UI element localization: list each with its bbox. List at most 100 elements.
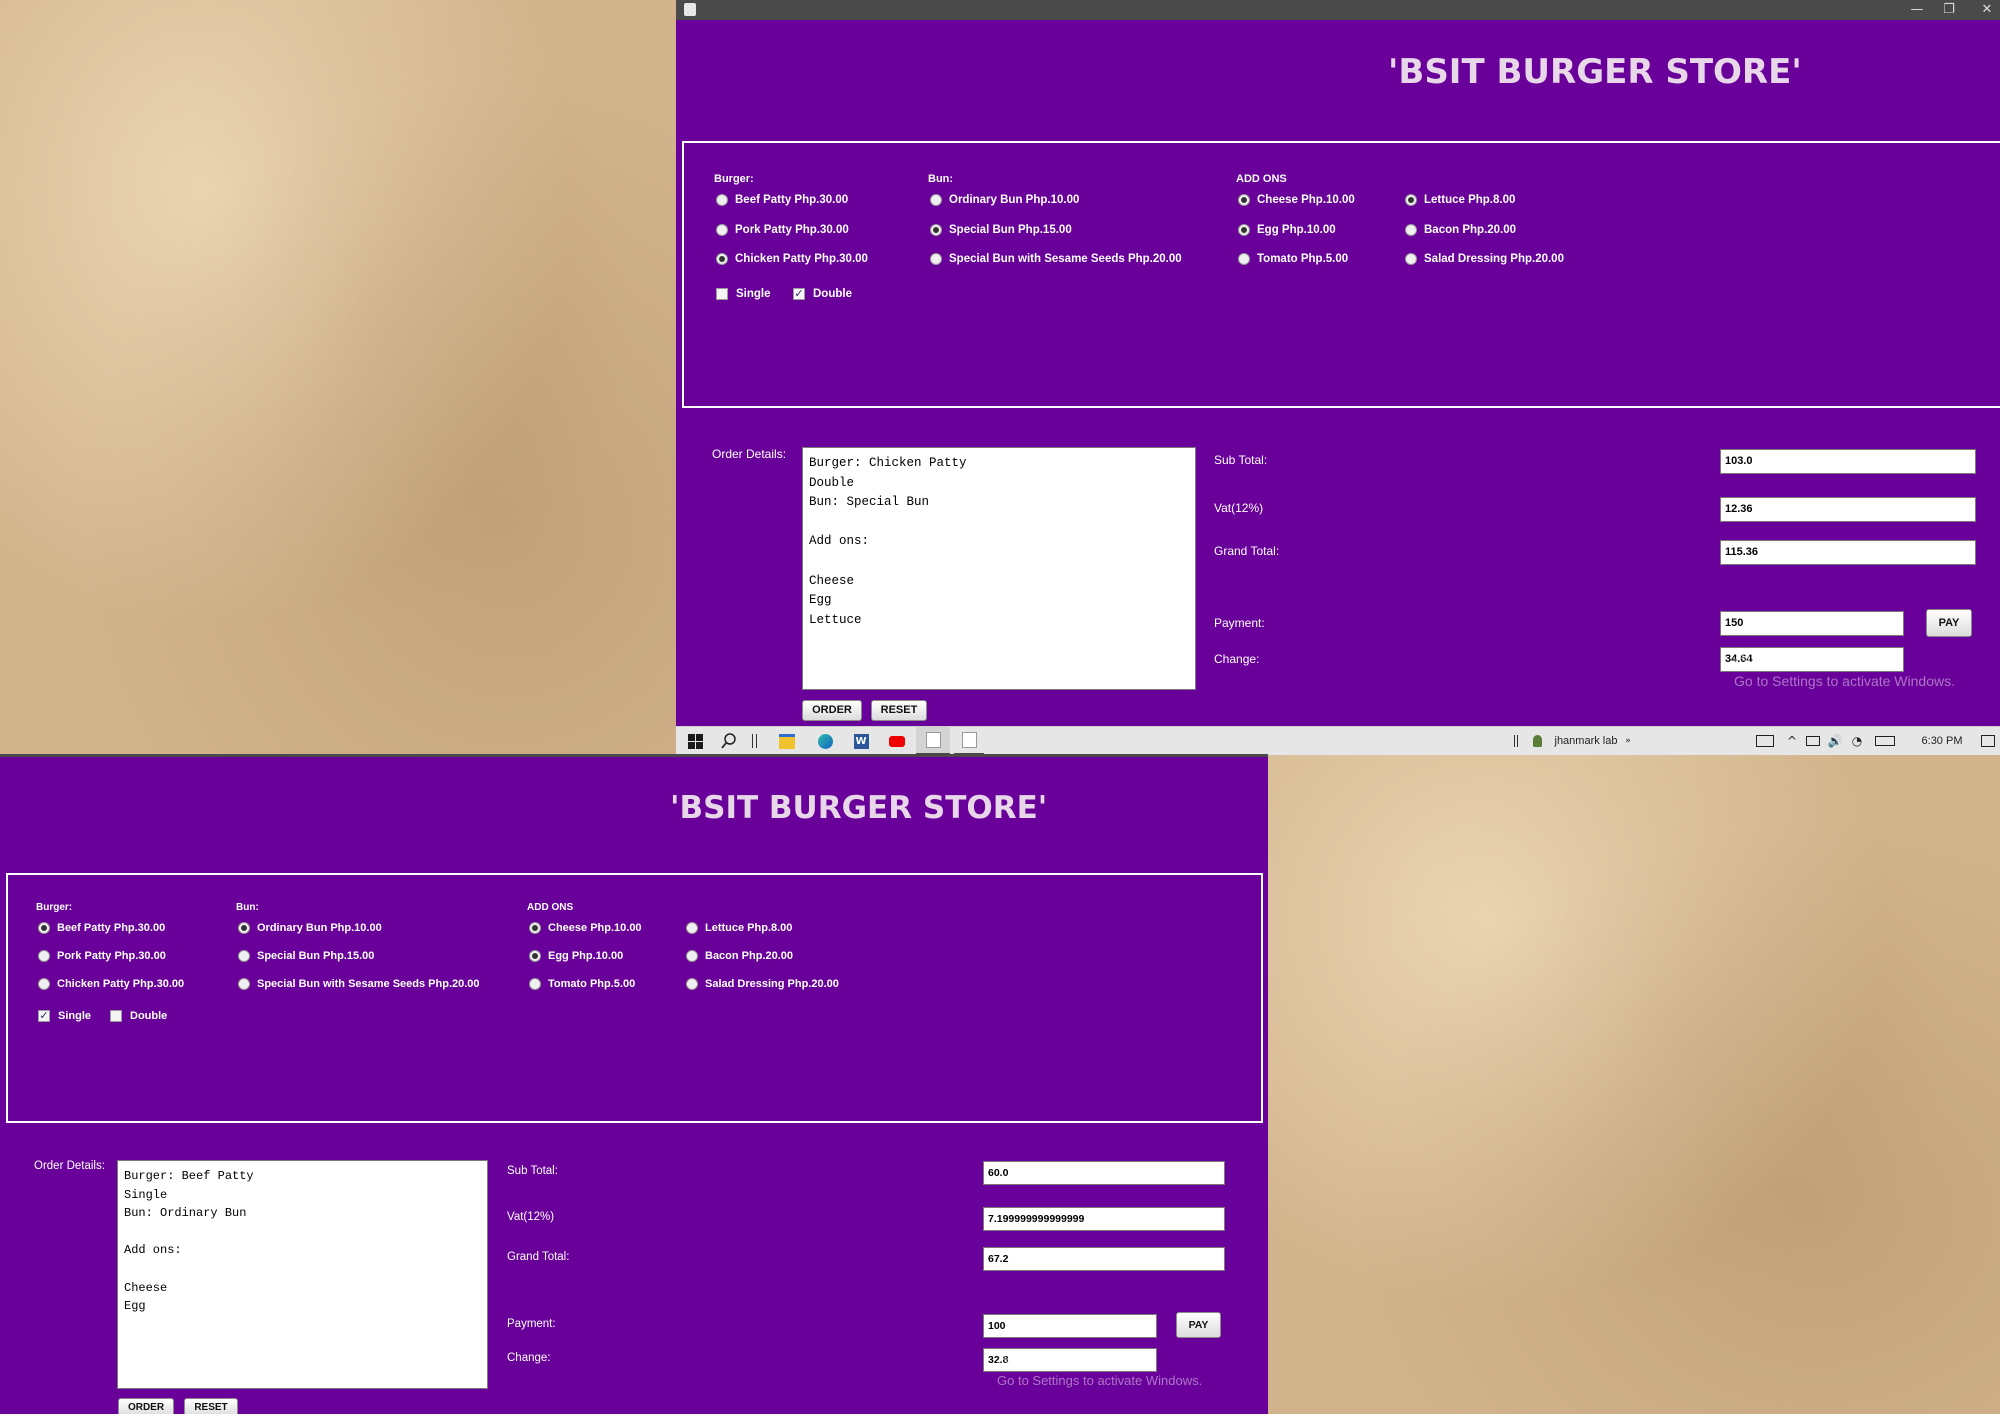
payment-field[interactable]: 100 — [983, 1314, 1157, 1338]
subtotal-label: Sub Total: — [507, 1165, 558, 1177]
subtotal-field[interactable]: 60.0 — [983, 1161, 1225, 1185]
battery-icon[interactable] — [1804, 727, 1822, 755]
order-details-textarea[interactable]: Burger: Beef Patty Single Bun: Ordinary … — [117, 1160, 488, 1389]
order-details-label: Order Details: — [712, 447, 787, 461]
bun-group-label: Bun: — [236, 902, 259, 913]
single-checkbox[interactable]: Single — [716, 288, 771, 300]
bun-radio-2[interactable]: Special Bun Php.15.00 — [930, 223, 1072, 236]
vat-field[interactable]: 12.36 — [1720, 497, 1976, 522]
pay-button[interactable]: PAY — [1926, 609, 1972, 637]
burger-option-label: Pork Patty Php.30.00 — [735, 223, 849, 236]
reset-button[interactable]: RESET — [871, 700, 927, 721]
radio-circle — [686, 922, 698, 934]
checkbox-box — [716, 288, 728, 300]
order-button[interactable]: ORDER — [802, 700, 862, 721]
keyboard-icon[interactable] — [1872, 727, 1898, 755]
addon-option-label: Salad Dressing Php.20.00 — [1424, 253, 1564, 265]
single-checkbox[interactable]: ✓ Single — [38, 1010, 91, 1022]
activate-windows-subtext: Go to Settings to activate Windows. — [997, 1373, 1203, 1388]
news-icon[interactable] — [1752, 727, 1778, 755]
addon-radio-3[interactable]: Salad Dressing Php.20.00 — [686, 978, 839, 990]
vat-field[interactable]: 7.199999999999999 — [983, 1207, 1225, 1231]
pay-button[interactable]: PAY — [1176, 1312, 1221, 1338]
task-view-icon[interactable] — [746, 727, 762, 755]
radio-circle — [38, 978, 50, 990]
burger-radio-1[interactable]: Beef Patty Php.30.00 — [716, 194, 848, 206]
java-app-taskbar-icon-2[interactable] — [954, 727, 984, 755]
taskbar-clock[interactable]: 6:30 PM — [1912, 727, 1972, 755]
bun-radio-3[interactable]: Special Bun with Sesame Seeds Php.20.00 — [238, 978, 480, 990]
addon-radio-2[interactable]: Egg Php.10.00 — [529, 950, 623, 962]
radio-circle — [686, 950, 698, 962]
edge-browser-icon[interactable] — [812, 727, 838, 755]
bun-option-label: Ordinary Bun Php.10.00 — [257, 922, 382, 934]
radio-circle — [1405, 253, 1417, 265]
radio-circle — [1405, 194, 1417, 206]
burger-option-label: Beef Patty Php.30.00 — [735, 194, 849, 206]
burger-radio-1[interactable]: Beef Patty Php.30.00 — [38, 922, 165, 934]
burger-radio-2[interactable]: Pork Patty Php.30.00 — [716, 223, 849, 236]
addon-option-label: Cheese Php.10.00 — [548, 922, 642, 934]
java-app-taskbar-icon-1[interactable] — [916, 727, 950, 755]
radio-circle — [529, 950, 541, 962]
burger-option-label: Chicken Patty Php.30.00 — [735, 253, 868, 265]
addon-radio-3[interactable]: Salad Dressing Php.20.00 — [1405, 253, 1564, 265]
burger-radio-3[interactable]: Chicken Patty Php.30.00 — [716, 253, 868, 265]
wifi-icon[interactable]: ◔ — [1848, 727, 1866, 755]
bun-radio-1[interactable]: Ordinary Bun Php.10.00 — [930, 194, 1079, 206]
notifications-icon[interactable] — [1978, 727, 1998, 755]
file-explorer-icon[interactable] — [774, 727, 800, 755]
radio-circle — [716, 194, 728, 206]
addon-option-label: Bacon Php.20.00 — [705, 950, 794, 962]
radio-circle — [716, 253, 728, 265]
grand-total-field[interactable]: 67.2 — [983, 1247, 1225, 1271]
burger-radio-3[interactable]: Chicken Patty Php.30.00 — [38, 978, 184, 990]
grand-total-field[interactable]: 115.36 — [1720, 540, 1976, 565]
minimize-button[interactable]: — — [1902, 0, 1932, 20]
bun-radio-1[interactable]: Ordinary Bun Php.10.00 — [238, 922, 382, 934]
start-windows-icon[interactable] — [682, 727, 708, 755]
vat-label: Vat(12%) — [507, 1211, 555, 1223]
close-button[interactable]: ✕ — [1972, 0, 2000, 20]
double-checkbox[interactable]: Double — [110, 1010, 167, 1022]
addon-radio-1[interactable]: Cheese Php.10.00 — [1238, 194, 1355, 206]
addon-option-label: Salad Dressing Php.20.00 — [705, 978, 839, 990]
activate-windows-watermark: Activate Windows — [997, 1348, 1132, 1367]
chevron-up-icon[interactable]: ^ — [1784, 727, 1800, 755]
payment-field[interactable]: 150 — [1720, 611, 1904, 636]
volume-icon[interactable]: 🔊 — [1826, 727, 1844, 755]
addon-radio-1[interactable]: Lettuce Php.8.00 — [686, 922, 792, 934]
bun-radio-2[interactable]: Special Bun Php.15.00 — [238, 950, 374, 962]
burger-radio-2[interactable]: Pork Patty Php.30.00 — [38, 950, 166, 962]
addon-radio-1[interactable]: Cheese Php.10.00 — [529, 922, 642, 934]
double-checkbox[interactable]: ✓ Double — [793, 288, 852, 300]
radio-circle — [238, 922, 250, 934]
bun-radio-3[interactable]: Special Bun with Sesame Seeds Php.20.00 — [930, 253, 1182, 265]
windows-taskbar: W jhanmark lab » ^ 🔊 ◔ 6:30 PM — [676, 726, 2000, 755]
addon-option-label: Egg Php.10.00 — [548, 950, 624, 962]
subtotal-field[interactable]: 103.0 — [1720, 449, 1976, 474]
checkbox-box — [110, 1010, 122, 1022]
order-details-textarea[interactable]: Burger: Chicken Patty Double Bun: Specia… — [802, 447, 1196, 690]
word-icon[interactable]: W — [848, 727, 874, 755]
addon-radio-3[interactable]: Tomato Php.5.00 — [529, 978, 635, 990]
addon-option-label: Egg Php.10.00 — [1257, 223, 1336, 236]
reset-button[interactable]: RESET — [184, 1398, 238, 1414]
addon-radio-3[interactable]: Tomato Php.5.00 — [1238, 253, 1348, 265]
taskbar-user-name[interactable]: jhanmark lab — [1546, 727, 1626, 755]
order-button[interactable]: ORDER — [118, 1398, 174, 1414]
change-label: Change: — [1214, 652, 1260, 666]
burger-group-label: Burger: — [36, 902, 73, 913]
addon-option-label: Bacon Php.20.00 — [1424, 223, 1517, 236]
restore-button[interactable]: ❐ — [1934, 0, 1964, 20]
search-icon[interactable] — [716, 727, 742, 755]
addon-radio-2[interactable]: Bacon Php.20.00 — [686, 950, 793, 962]
bun-option-label: Special Bun Php.15.00 — [257, 950, 375, 962]
addon-radio-2[interactable]: Bacon Php.20.00 — [1405, 223, 1517, 236]
chevron-icon[interactable]: » — [1622, 727, 1634, 755]
youtube-icon[interactable] — [884, 727, 910, 755]
addon-option-label: Lettuce Php.8.00 — [1424, 194, 1516, 206]
burger-option-label: Pork Patty Php.30.00 — [57, 950, 166, 962]
addon-radio-2[interactable]: Egg Php.10.00 — [1238, 223, 1336, 236]
addon-radio-1[interactable]: Lettuce Php.8.00 — [1405, 194, 1515, 206]
